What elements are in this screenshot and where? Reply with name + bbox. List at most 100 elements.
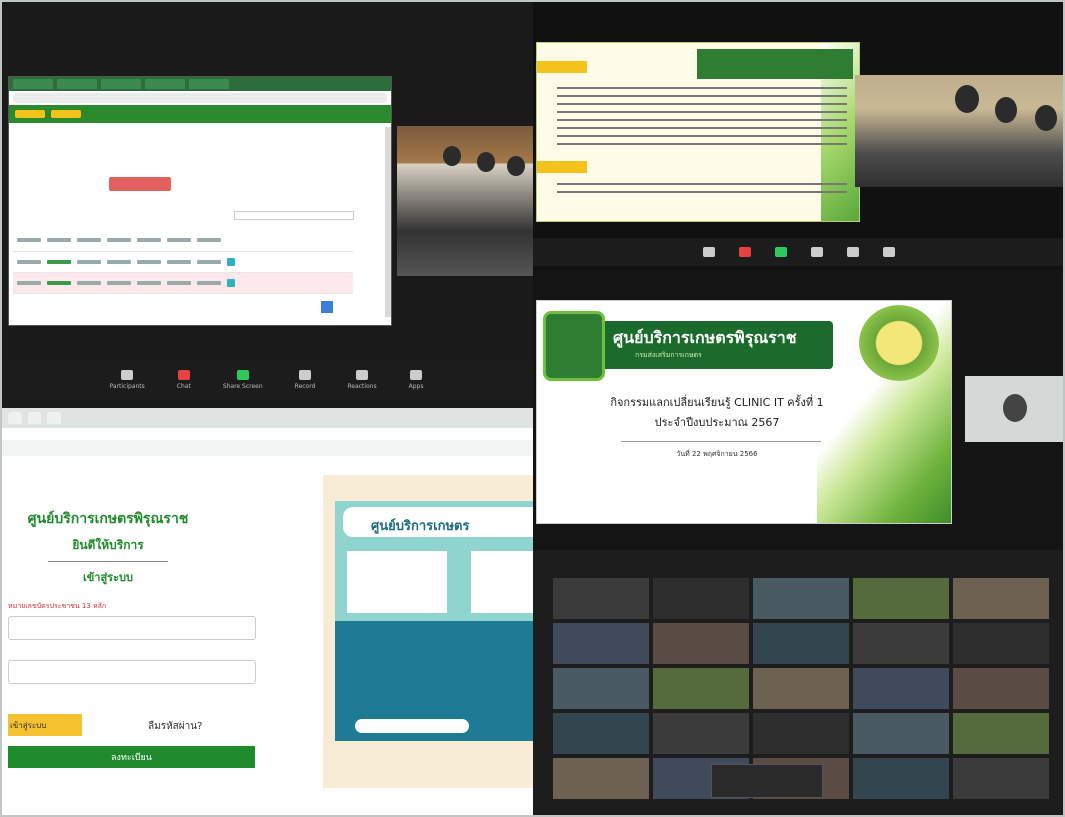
participant-tile[interactable] <box>753 623 849 664</box>
participant-figure <box>443 146 461 166</box>
chat-notification-popup[interactable] <box>711 764 823 798</box>
reactions-button[interactable]: Reactions <box>347 370 377 390</box>
table-row[interactable] <box>13 273 353 294</box>
zoom-toolbar <box>533 238 1065 266</box>
participant-tile[interactable] <box>653 713 749 754</box>
participant-tile[interactable] <box>653 578 749 619</box>
share-screen-button[interactable] <box>775 247 787 257</box>
chat-button[interactable] <box>739 247 751 257</box>
event-date: วันที่ 22 พฤศจิกายน 2566 <box>676 450 758 458</box>
chat-button[interactable]: Chat <box>177 370 191 390</box>
browser-tab[interactable] <box>47 412 61 424</box>
center-name: ศูนย์บริการเกษตรพิรุณราช <box>613 328 797 347</box>
promo-service-tile <box>355 719 469 733</box>
text-line <box>557 95 847 97</box>
pagination-current[interactable] <box>321 301 333 313</box>
zoom-window-slide-text <box>533 0 1065 270</box>
promo-service-tile <box>471 551 533 613</box>
participant-tile[interactable] <box>753 668 849 709</box>
edit-icon[interactable] <box>227 279 235 287</box>
participant-tile[interactable] <box>853 758 949 799</box>
participant-figure <box>507 156 525 176</box>
shared-slide-text <box>536 42 860 222</box>
record-button[interactable] <box>811 247 823 257</box>
participants-icon <box>703 247 715 257</box>
table-row[interactable] <box>13 252 353 273</box>
meeting-room-camera-view <box>397 126 533 276</box>
participants-button[interactable]: Participants <box>110 370 145 390</box>
register-button[interactable]: ลงทะเบียน <box>8 746 255 768</box>
participant-tile[interactable] <box>553 758 649 799</box>
promo-graphic: ศูนย์บริการเกษตร <box>323 475 533 788</box>
text-line <box>557 183 847 185</box>
table-search-input[interactable] <box>234 211 354 220</box>
share-screen-icon <box>775 247 787 257</box>
participant-figure <box>477 152 495 172</box>
participant-tile[interactable] <box>653 623 749 664</box>
reactions-icon <box>847 247 859 257</box>
participants-button[interactable] <box>703 247 715 257</box>
chat-icon <box>177 370 190 380</box>
forgot-password-link[interactable]: ลืมรหัสผ่าน? <box>148 719 202 734</box>
browser-tab[interactable] <box>57 79 97 89</box>
participant-tile[interactable] <box>753 713 849 754</box>
text-line <box>557 111 847 113</box>
participant-tile[interactable] <box>953 668 1049 709</box>
apps-button[interactable]: Apps <box>409 370 423 390</box>
participant-tile[interactable] <box>853 578 949 619</box>
browser-tab[interactable] <box>189 79 229 89</box>
reactions-icon <box>356 370 368 380</box>
apps-button[interactable] <box>883 247 895 257</box>
record-button[interactable]: Record <box>295 370 315 390</box>
address-bar[interactable] <box>0 428 533 440</box>
participant-figure <box>955 85 979 113</box>
text-line <box>557 191 847 193</box>
participant-tile[interactable] <box>553 713 649 754</box>
browser-tab[interactable] <box>8 412 22 424</box>
participant-tile[interactable] <box>553 623 649 664</box>
meeting-room-camera-view <box>855 75 1065 187</box>
share-screen-icon <box>236 370 249 380</box>
participant-tile[interactable] <box>853 668 949 709</box>
site-title: ศูนย์บริการเกษตรพิรุณราช <box>27 511 189 527</box>
record-icon <box>811 247 823 257</box>
participant-tile[interactable] <box>953 623 1049 664</box>
participant-tile[interactable] <box>853 623 949 664</box>
reactions-button[interactable] <box>847 247 859 257</box>
participant-tile[interactable] <box>653 668 749 709</box>
text-line <box>557 127 847 129</box>
browser-tab[interactable] <box>13 79 53 89</box>
edit-icon[interactable] <box>227 258 235 266</box>
address-bar[interactable] <box>13 93 387 103</box>
promo-service-tile <box>347 551 447 613</box>
browser-tab[interactable] <box>101 79 141 89</box>
participant-tile[interactable] <box>853 713 949 754</box>
participant-tile[interactable] <box>953 758 1049 799</box>
table-header-row <box>13 229 353 252</box>
department-name: กรมส่งเสริมการเกษตร <box>635 351 702 359</box>
id-card-input[interactable] <box>8 616 256 640</box>
browser-tab[interactable] <box>27 412 42 424</box>
event-title-line2: ประจำปีงบประมาณ 2567 <box>654 416 780 429</box>
login-button[interactable]: เข้าสู่ระบบ <box>8 714 82 736</box>
zoom-window-title-slide: ศูนย์บริการเกษตรพิรุณราช กรมส่งเสริมการเ… <box>533 270 1065 550</box>
browser-tab[interactable] <box>145 79 185 89</box>
participants-icon <box>121 370 134 380</box>
participant-tile[interactable] <box>953 713 1049 754</box>
participant-tile[interactable] <box>953 578 1049 619</box>
section-tag <box>537 161 587 173</box>
section-tag <box>537 61 587 73</box>
promo-card: ศูนย์บริการเกษตร <box>335 501 533 741</box>
promo-lower-section <box>335 621 533 741</box>
red-action-button[interactable] <box>109 177 171 191</box>
scrollbar[interactable] <box>385 127 391 317</box>
share-screen-button[interactable]: Share Screen <box>223 370 263 390</box>
participant-tile[interactable] <box>553 578 649 619</box>
browser-tab-strip <box>0 408 533 428</box>
site-header-banner <box>9 105 391 123</box>
password-input[interactable] <box>8 660 256 684</box>
participant-tile[interactable] <box>753 578 849 619</box>
slide-header-logo <box>697 49 853 79</box>
participant-tile[interactable] <box>553 668 649 709</box>
zoom-toolbar: Participants Chat Share Screen Record Re… <box>0 360 533 400</box>
